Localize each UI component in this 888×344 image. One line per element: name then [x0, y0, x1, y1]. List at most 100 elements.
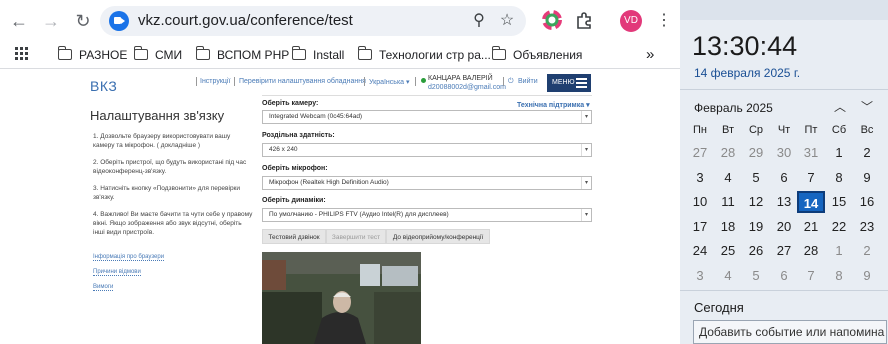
weekday-header: Пт	[804, 124, 818, 136]
calendar-day[interactable]: 24	[686, 240, 714, 262]
to-conference-button[interactable]: До відеоприйому/конференції	[386, 229, 490, 244]
nav-separator	[415, 77, 416, 86]
calendar-day[interactable]: 20	[770, 216, 798, 238]
menu-button[interactable]: МЕНЮ	[547, 74, 591, 92]
instruction-step-3: 3. Натисніть кнопку «Подзвонити» для пер…	[93, 185, 241, 201]
calendar-day[interactable]: 30	[770, 142, 798, 164]
weekday-header: Ср	[748, 124, 764, 136]
calendar-day[interactable]: 8	[825, 265, 853, 287]
tech-support-dropdown[interactable]: Технічна підтримка ▾	[517, 101, 590, 109]
browser-info-link[interactable]: Інформація про браузери	[93, 254, 165, 261]
calendar-day[interactable]: 12	[742, 191, 770, 213]
address-bar[interactable]: vkz.court.gov.ua/conference/test ⚲ ☆	[100, 6, 526, 36]
camera-select[interactable]: Integrated Webcam (0c45:64ad) ▾	[262, 110, 592, 124]
clock-date[interactable]: 14 февраля 2025 г.	[694, 66, 800, 80]
site-info-icon[interactable]	[109, 11, 129, 31]
calendar-day[interactable]: 13	[770, 191, 798, 213]
requirements-link[interactable]: Вимоги	[93, 284, 114, 291]
calendar-day[interactable]: 31	[797, 142, 825, 164]
calendar-day[interactable]: 27	[770, 240, 798, 262]
bookmark-folder-tech[interactable]: Технологии стр ра...	[357, 46, 491, 64]
calendar-day[interactable]: 7	[797, 265, 825, 287]
back-icon[interactable]: ←	[6, 8, 32, 34]
calendar-day[interactable]: 18	[714, 216, 742, 238]
calendar-day[interactable]: 5	[742, 265, 770, 287]
calendar-day[interactable]: 26	[742, 240, 770, 262]
calendar-day[interactable]: 5	[742, 167, 770, 189]
nav-separator	[503, 77, 504, 86]
calendar-day[interactable]: 3	[686, 265, 714, 287]
calendar-day[interactable]: 16	[853, 191, 881, 213]
calendar-day[interactable]: 8	[825, 167, 853, 189]
bookmark-folder-raznoe[interactable]: РАЗНОЕ	[57, 46, 127, 64]
logout-link[interactable]: Вийти	[518, 78, 538, 85]
today-label: Сегодня	[694, 300, 744, 315]
calendar-day[interactable]: 14	[797, 191, 825, 213]
nav-check-settings-link[interactable]: Перевірити налаштування обладнання	[239, 78, 366, 85]
calendar-day[interactable]: 1	[825, 240, 853, 262]
resolution-label: Роздільна здатність:	[262, 132, 335, 139]
calendar-day[interactable]: 21	[797, 216, 825, 238]
bookmark-folder-install[interactable]: Install	[291, 46, 344, 64]
user-email: d20088002d@gmail.com	[428, 84, 506, 91]
zoom-icon[interactable]: ⚲	[468, 10, 490, 32]
extension-color-icon[interactable]	[542, 10, 562, 30]
profile-avatar[interactable]: VD	[620, 10, 642, 32]
calendar-day[interactable]: 1	[825, 142, 853, 164]
calendar-day[interactable]: 6	[770, 167, 798, 189]
more-menu-icon[interactable]: ⋮	[656, 10, 672, 30]
extensions-puzzle-icon[interactable]	[574, 10, 594, 30]
browser-toolbar: ← → ↻ vkz.court.gov.ua/conference/test ⚲…	[0, 0, 680, 42]
resolution-select[interactable]: 426 x 240 ▾	[262, 143, 592, 157]
bookmark-folder-ads[interactable]: Объявления	[491, 46, 582, 64]
nav-instructions-link[interactable]: Інструкції	[200, 78, 230, 85]
url-text[interactable]: vkz.court.gov.ua/conference/test	[138, 12, 353, 29]
bookmark-folder-vspom-php[interactable]: ВСПОМ PHP	[195, 46, 289, 64]
test-call-button[interactable]: Тестовий дзвінок	[262, 229, 326, 244]
calendar-day[interactable]: 4	[714, 167, 742, 189]
calendar-day[interactable]: 4	[714, 265, 742, 287]
calendar-day[interactable]: 17	[686, 216, 714, 238]
dropdown-arrow-icon: ▾	[581, 111, 591, 123]
calendar-day[interactable]: 11	[714, 191, 742, 213]
add-event-input[interactable]: Добавить событие или напомина	[693, 320, 887, 344]
chevron-up-icon[interactable]: ︿	[834, 98, 846, 115]
end-test-button[interactable]: Завершити тест	[326, 229, 386, 244]
calendar-day[interactable]: 2	[853, 142, 881, 164]
weekday-header: Вс	[860, 124, 874, 136]
calendar-day[interactable]: 9	[853, 265, 881, 287]
folder-icon	[357, 46, 372, 60]
calendar-day[interactable]: 6	[770, 265, 798, 287]
calendar-day[interactable]: 10	[686, 191, 714, 213]
calendar-day[interactable]: 19	[742, 216, 770, 238]
bookmark-folder-smi[interactable]: СМИ	[133, 46, 182, 64]
site-logo[interactable]: ВКЗ	[90, 78, 117, 94]
calendar-day[interactable]: 28	[797, 240, 825, 262]
calendar-day[interactable]: 7	[797, 167, 825, 189]
calendar-day[interactable]: 3	[686, 167, 714, 189]
microphone-select[interactable]: Мікрофон (Realtek High Definition Audio)…	[262, 176, 592, 190]
weekday-header: Пн	[693, 124, 707, 136]
calendar-day[interactable]: 2	[853, 240, 881, 262]
calendar-month[interactable]: Февраль 2025	[694, 101, 773, 115]
apps-grid-icon[interactable]	[15, 47, 29, 61]
power-icon[interactable]: ⏻	[508, 78, 514, 86]
calendar-day[interactable]: 9	[853, 167, 881, 189]
refusal-reasons-link[interactable]: Причини відмови	[93, 269, 141, 276]
language-dropdown[interactable]: Українська ▾	[369, 78, 410, 86]
calendar-day[interactable]: 15	[825, 191, 853, 213]
calendar-day[interactable]: 27	[686, 142, 714, 164]
web-page: ВКЗ Інструкції Перевірити налаштування о…	[0, 69, 680, 344]
reload-icon[interactable]: ↻	[70, 8, 96, 34]
bookmarks-overflow-button[interactable]: »	[646, 46, 654, 64]
forward-icon[interactable]: →	[38, 8, 64, 34]
bookmark-star-icon[interactable]: ☆	[496, 10, 518, 32]
chevron-down-icon[interactable]: ﹀	[861, 98, 873, 115]
calendar-day[interactable]: 29	[742, 142, 770, 164]
calendar-day[interactable]: 23	[853, 216, 881, 238]
instruction-step-4: 4. Важливо! Ви маєте бачити та чути себе…	[93, 211, 253, 236]
calendar-day[interactable]: 22	[825, 216, 853, 238]
calendar-day[interactable]: 28	[714, 142, 742, 164]
speakers-select[interactable]: По умолчанию - PHILIPS FTV (Аудио Intel(…	[262, 208, 592, 222]
calendar-day[interactable]: 25	[714, 240, 742, 262]
